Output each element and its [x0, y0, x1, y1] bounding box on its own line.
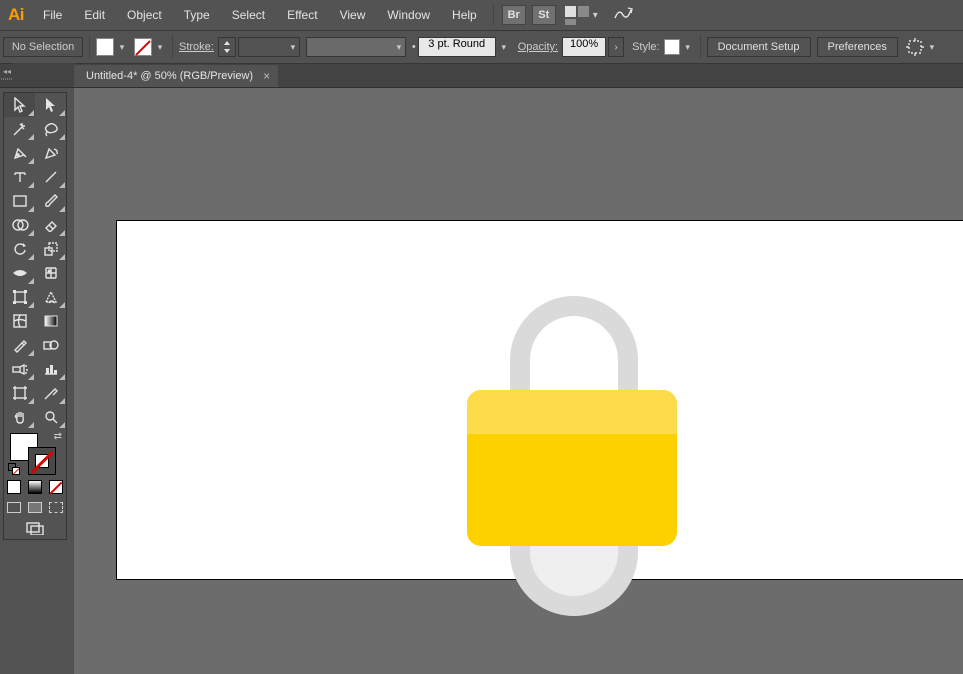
menu-divider — [493, 4, 494, 26]
draw-inside-icon[interactable] — [45, 497, 66, 517]
column-graph-tool-icon[interactable] — [35, 357, 66, 381]
graphic-style-swatch[interactable]: ▾ — [664, 39, 694, 55]
menu-effect[interactable]: Effect — [276, 0, 328, 30]
eyedropper-tool-icon[interactable] — [4, 333, 35, 357]
document-setup-button[interactable]: Document Setup — [707, 37, 811, 57]
paintbrush-tool-icon[interactable] — [35, 189, 66, 213]
menu-help[interactable]: Help — [441, 0, 488, 30]
gradient-tool-icon[interactable] — [35, 309, 66, 333]
menu-object[interactable]: Object — [116, 0, 173, 30]
symbol-sprayer-tool-icon[interactable] — [4, 357, 35, 381]
launch-stock-st-icon[interactable]: St — [532, 5, 556, 25]
blend-tool-icon[interactable] — [35, 333, 66, 357]
hand-tool-icon[interactable] — [4, 405, 35, 429]
gpu-performance-icon[interactable] — [612, 4, 634, 27]
chevron-down-icon: ▾ — [498, 42, 510, 53]
chevron-down-icon: ▾ — [393, 42, 405, 53]
menu-window[interactable]: Window — [376, 0, 441, 30]
stroke-color-swatch[interactable] — [28, 447, 56, 475]
opacity-field[interactable]: 100% — [562, 37, 606, 57]
selection-tool-icon[interactable] — [4, 93, 35, 117]
chevron-down-icon: ▾ — [926, 42, 938, 53]
slice-tool-icon[interactable] — [35, 381, 66, 405]
menu-edit[interactable]: Edit — [73, 0, 116, 30]
separator — [89, 35, 90, 59]
document-tab-strip: ◂◂ Untitled-4* @ 50% (RGB/Preview) × — [0, 64, 963, 88]
scale-tool-icon[interactable] — [35, 237, 66, 261]
line-segment-tool-icon[interactable] — [35, 165, 66, 189]
pen-tool-icon[interactable] — [4, 141, 35, 165]
artwork-lock-body[interactable] — [467, 390, 677, 546]
control-bar: No Selection ▾ ▾ Stroke: ▾ ▾ • 3 pt. Rou… — [0, 30, 963, 64]
selection-indicator: No Selection — [3, 37, 83, 57]
document-tab[interactable]: Untitled-4* @ 50% (RGB/Preview) × — [74, 65, 278, 87]
align-to-icon[interactable]: ▾ — [906, 38, 938, 56]
eraser-tool-icon[interactable] — [35, 213, 66, 237]
width-tool-icon[interactable] — [4, 261, 35, 285]
color-mode-none[interactable] — [45, 477, 66, 497]
curvature-tool-icon[interactable] — [35, 141, 66, 165]
shape-builder-tool-icon[interactable] — [4, 213, 35, 237]
stroke-weight-field[interactable]: ▾ — [238, 37, 300, 57]
panel-collapse-handle[interactable]: ◂◂ — [0, 63, 14, 87]
preferences-button[interactable]: Preferences — [817, 37, 898, 57]
chevron-down-icon: ▾ — [287, 42, 299, 53]
chevron-down-icon: ▾ — [154, 42, 166, 53]
shaper-tool-icon[interactable] — [35, 285, 66, 309]
direct-selection-tool-icon[interactable] — [35, 93, 66, 117]
type-tool-icon[interactable] — [4, 165, 35, 189]
rotate-tool-icon[interactable] — [4, 237, 35, 261]
mesh-tool-icon[interactable] — [4, 309, 35, 333]
puppet-warp-tool-icon[interactable] — [35, 261, 66, 285]
arrange-documents-icon[interactable]: ▾ — [565, 6, 598, 25]
chevron-down-icon: ▾ — [116, 42, 128, 53]
app-logo: Ai — [0, 0, 32, 30]
opacity-popup[interactable]: › — [608, 37, 624, 57]
tools-panel: ⇄ — [3, 92, 67, 540]
chevron-down-icon: ▾ — [682, 42, 694, 53]
menu-view[interactable]: View — [329, 0, 377, 30]
color-mode-solid[interactable] — [4, 477, 25, 497]
color-mode-row — [4, 477, 66, 497]
menu-select[interactable]: Select — [221, 0, 276, 30]
screen-mode-icon[interactable] — [4, 517, 66, 539]
separator — [700, 35, 701, 59]
draw-mode-row — [4, 497, 66, 517]
stroke-label[interactable]: Stroke: — [179, 41, 214, 53]
artboard-tool-icon[interactable] — [4, 381, 35, 405]
rectangle-tool-icon[interactable] — [4, 189, 35, 213]
color-mode-gradient[interactable] — [25, 477, 46, 497]
variable-width-profile[interactable]: ▾ — [306, 37, 406, 57]
tab-gap — [14, 63, 74, 87]
stroke-swatch[interactable]: ▾ — [134, 38, 166, 56]
lasso-tool-icon[interactable] — [35, 117, 66, 141]
menu-bar: Ai File Edit Object Type Select Effect V… — [0, 0, 963, 30]
default-fill-stroke-icon[interactable] — [8, 463, 20, 475]
fill-swatch[interactable]: ▾ — [96, 38, 128, 56]
launch-bridge-br-icon[interactable]: Br — [502, 5, 526, 25]
document-tab-title: Untitled-4* @ 50% (RGB/Preview) — [86, 70, 253, 82]
zoom-tool-icon[interactable] — [35, 405, 66, 429]
close-tab-icon[interactable]: × — [263, 69, 270, 83]
stroke-weight-stepper[interactable] — [218, 37, 236, 57]
chevron-down-icon: ▾ — [593, 10, 598, 21]
magic-wand-tool-icon[interactable] — [4, 117, 35, 141]
opacity-label[interactable]: Opacity: — [518, 41, 558, 53]
brush-definition[interactable]: • 3 pt. Round ▾ — [412, 37, 510, 57]
fill-stroke-color-control[interactable]: ⇄ — [4, 429, 66, 477]
canvas-area[interactable] — [74, 88, 963, 674]
menu-type[interactable]: Type — [173, 0, 221, 30]
separator — [172, 35, 173, 59]
swap-fill-stroke-icon[interactable]: ⇄ — [54, 431, 62, 442]
menu-file[interactable]: File — [32, 0, 73, 30]
draw-normal-icon[interactable] — [4, 497, 25, 517]
free-transform-tool-icon[interactable] — [4, 285, 35, 309]
style-label: Style: — [632, 41, 660, 53]
draw-behind-icon[interactable] — [25, 497, 46, 517]
